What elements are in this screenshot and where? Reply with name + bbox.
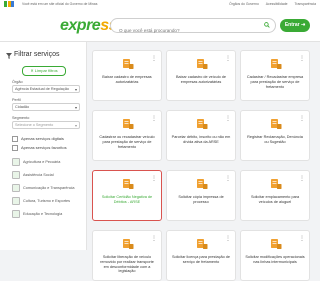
search-icon[interactable]	[264, 22, 270, 28]
more-options-icon[interactable]: ⋮	[151, 176, 157, 182]
document-stamp-icon	[123, 239, 134, 249]
filter-title: Filtrar serviços	[14, 51, 60, 58]
chat-icon	[12, 184, 20, 192]
document-stamp-icon	[271, 59, 282, 69]
more-options-icon[interactable]: ⋮	[225, 176, 231, 182]
category-comunicacao[interactable]: Comunicação e Transparência	[12, 184, 75, 192]
service-card[interactable]: ⋮ Baixar cadastro de veículo de empresas …	[166, 50, 236, 101]
document-stamp-icon	[197, 179, 208, 189]
more-options-icon[interactable]: ⋮	[299, 176, 305, 182]
search-box	[110, 18, 276, 37]
service-card-title: Baixar cadastro de empresas autorizatári…	[102, 75, 152, 84]
service-card-title: Registrar Reclamação, Denúncia ou Sugest…	[247, 135, 303, 144]
service-card[interactable]: ⋮ Registrar Reclamação, Denúncia ou Suges…	[240, 110, 310, 161]
service-card-title: Solicitar cópia impressa de processo	[178, 195, 224, 204]
service-card[interactable]: ⋮ Parcelar débito, inscrito ou não em dív…	[166, 110, 236, 161]
clear-filters-button[interactable]: ✕ Limpar filtros	[22, 66, 66, 76]
service-card-title: Solicitar licença para prestação de serv…	[171, 255, 231, 264]
checkbox-box[interactable]	[12, 136, 18, 142]
perfil-select[interactable]: Cidadão ▾	[12, 103, 80, 111]
service-card-title: Solicitar emplacamento para veículos de …	[250, 195, 300, 204]
filter-icon	[6, 53, 12, 59]
book-icon	[12, 210, 20, 218]
service-card-title: Solicitar liberação de veículo removido …	[100, 255, 154, 274]
service-card-title: Cadastrar / Recadastrar empresa para pre…	[246, 75, 304, 89]
service-card-title: Solicitar modificações operacionais nas …	[245, 255, 305, 264]
more-options-icon[interactable]: ⋮	[225, 236, 231, 242]
masks-icon	[12, 197, 20, 205]
document-stamp-icon	[271, 179, 282, 189]
more-options-icon[interactable]: ⋮	[151, 56, 157, 62]
service-card[interactable]: ⋮ Solicitar cópia impressa de processo	[166, 170, 236, 221]
service-card[interactable]: ⋮ Solicitar modificações operacionais nas…	[240, 230, 310, 281]
document-stamp-icon	[123, 179, 134, 189]
chevron-down-icon: ▾	[74, 105, 77, 110]
category-cultura[interactable]: Cultura, Turismo e Esportes	[12, 197, 70, 205]
checkbox-favoritos[interactable]: Apenas serviços favoritos	[12, 145, 67, 151]
document-stamp-icon	[197, 239, 208, 249]
search-input[interactable]	[117, 24, 261, 37]
service-card[interactable]: ⋮ Cadastrar ou recadastrar veículo para p…	[92, 110, 162, 161]
gov-link-transparencia[interactable]: Transparência	[294, 2, 316, 6]
chevron-down-icon: ▾	[74, 87, 77, 92]
service-card[interactable]: ⋮ Cadastrar / Recadastrar empresa para pr…	[240, 50, 310, 101]
more-options-icon[interactable]: ⋮	[225, 56, 231, 62]
plant-icon	[12, 158, 20, 166]
more-options-icon[interactable]: ⋮	[225, 116, 231, 122]
more-options-icon[interactable]: ⋮	[151, 236, 157, 242]
orgao-label: Órgão	[12, 80, 23, 84]
service-card[interactable]: ⋮ Baixar cadastro de empresas autorizatár…	[92, 50, 162, 101]
checkbox-box[interactable]	[12, 145, 18, 151]
service-card-title: Parcelar débito, inscrito ou não em dívi…	[171, 135, 231, 144]
hands-icon	[12, 171, 20, 179]
category-assistencia[interactable]: Assistência Social	[12, 171, 54, 179]
gov-link-orgaos[interactable]: Órgãos do Governo	[229, 2, 259, 6]
service-card[interactable]: ⋮ Solicitar emplacamento para veículos de…	[240, 170, 310, 221]
gov-bar-text: Você está em um site oficial do Governo …	[22, 2, 98, 6]
more-options-icon[interactable]: ⋮	[299, 236, 305, 242]
perfil-label: Perfil	[12, 98, 21, 102]
service-card[interactable]: ⋮ Solicitar liberação de veículo removido…	[92, 230, 162, 281]
service-card-title: Cadastrar ou recadastrar veículo para pr…	[99, 135, 155, 149]
service-card-title: Baixar cadastro de veículo de empresas a…	[175, 75, 227, 84]
more-options-icon[interactable]: ⋮	[151, 116, 157, 122]
document-stamp-icon	[271, 239, 282, 249]
more-options-icon[interactable]: ⋮	[299, 56, 305, 62]
document-stamp-icon	[123, 119, 134, 129]
document-stamp-icon	[123, 59, 134, 69]
gov-logo	[4, 1, 18, 7]
segmento-label: Segmento	[12, 116, 30, 120]
gov-link-acessibilidade[interactable]: Acessibilidade	[266, 2, 288, 6]
checkbox-digital[interactable]: Apenas serviços digitais	[12, 136, 64, 142]
service-card[interactable]: ⋮ Solicitar licença para prestação de ser…	[166, 230, 236, 281]
enter-button[interactable]: Entrar ⇥	[280, 19, 310, 32]
document-stamp-icon	[271, 119, 282, 129]
segmento-select[interactable]: Selecione o Segmento ▾	[12, 121, 80, 129]
category-educacao[interactable]: Educação e Tecnologia	[12, 210, 62, 218]
site-header: expresso Entrar ⇥	[0, 9, 320, 42]
document-stamp-icon	[197, 59, 208, 69]
service-card[interactable]: ⋮ Solicitar Certidão Negativa de Débitos …	[92, 170, 162, 221]
orgao-select[interactable]: Agência Estadual de Regulação ▾	[12, 85, 80, 93]
service-card-title: Solicitar Certidão Negativa de Débitos -…	[101, 195, 153, 204]
category-agricultura[interactable]: Agricultura e Pecuária	[12, 158, 60, 166]
more-options-icon[interactable]: ⋮	[299, 116, 305, 122]
chevron-down-icon: ▾	[74, 123, 77, 128]
document-stamp-icon	[197, 119, 208, 129]
filter-sidebar: Filtrar serviços ✕ Limpar filtros Órgão …	[0, 42, 87, 250]
